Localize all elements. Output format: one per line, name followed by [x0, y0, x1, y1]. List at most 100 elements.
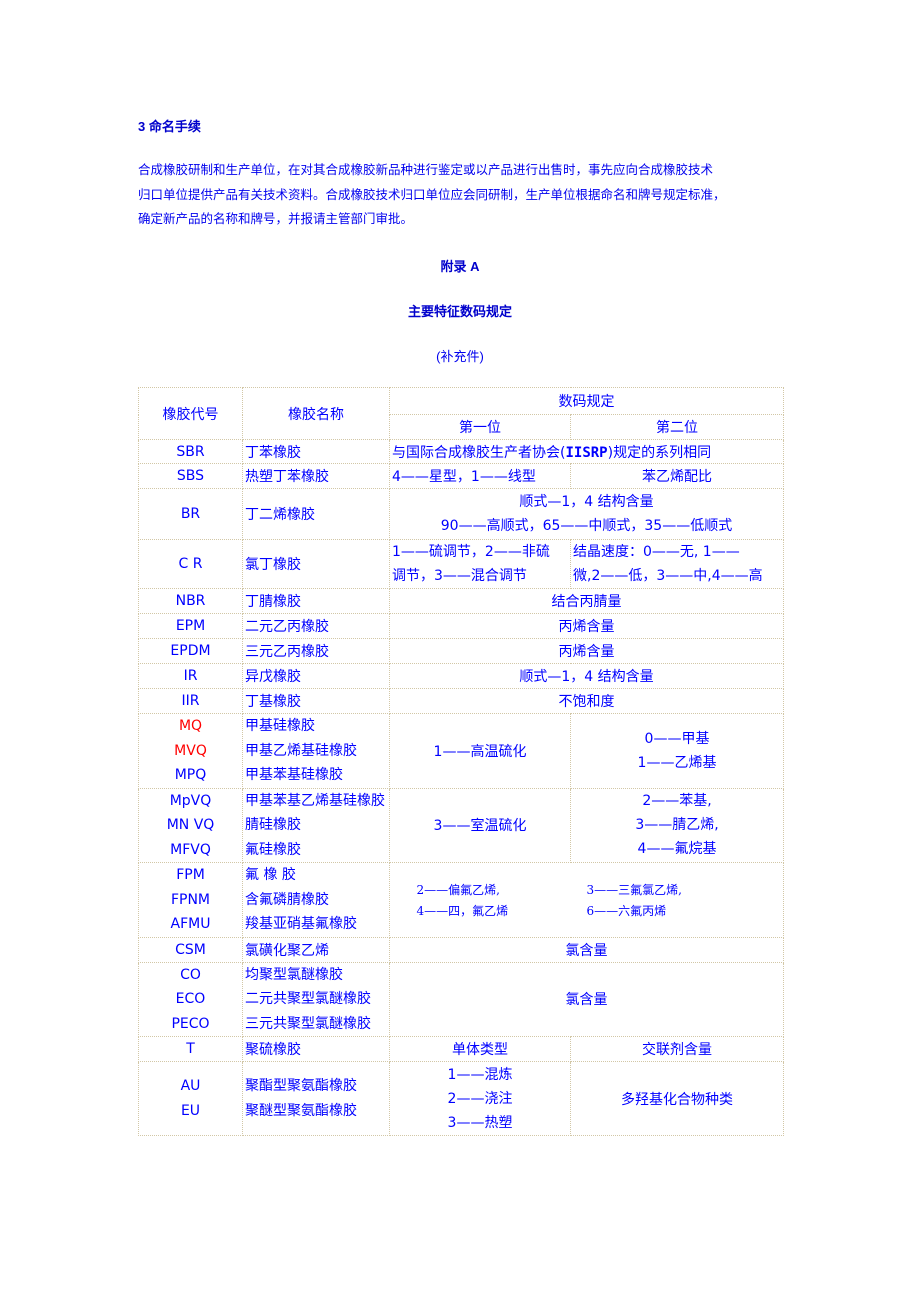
second-digit-rule: 苯乙烯配比	[570, 463, 784, 489]
rubber-name: 二元乙丙橡胶	[242, 613, 390, 639]
rubber-code: SBR	[138, 439, 243, 464]
rule-line: 调节，3——混合调节	[392, 568, 527, 584]
rubber-code-group: CO ECO PECO	[138, 961, 243, 1037]
rubber-name: 异戊橡胶	[242, 663, 390, 689]
rubber-code: AU	[180, 1078, 201, 1094]
digit-rule: 丙烯含量	[389, 613, 784, 639]
rubber-name: 三元乙丙橡胶	[242, 638, 390, 664]
rubber-name: 氟 橡 胶	[245, 867, 296, 883]
rule-line: 1——混炼	[447, 1066, 513, 1083]
rubber-code: EPDM	[138, 638, 243, 664]
rubber-code: SBS	[138, 463, 243, 489]
rubber-name-group: 均聚型氯醚橡胶 二元共聚型氯醚橡胶 三元共聚型氯醚橡胶	[242, 961, 390, 1037]
rubber-name: 腈硅橡胶	[245, 817, 301, 833]
header-second-digit: 第二位	[570, 414, 784, 440]
rubber-name-group: 甲基苯基乙烯基硅橡胶 腈硅橡胶 氟硅橡胶	[242, 787, 390, 863]
rubber-code-group: MpVQ MN VQ MFVQ	[138, 787, 243, 863]
appendix-label: 附录 A	[440, 259, 480, 274]
rubber-name: 三元共聚型氯醚橡胶	[245, 1015, 371, 1032]
digit-rule-suffix: )规定的系列相同	[607, 444, 712, 461]
digit-rule: 丙烯含量	[389, 638, 784, 664]
first-digit-rule: 单体类型	[389, 1036, 571, 1062]
digit-rule: 氯含量	[389, 936, 784, 963]
second-digit-rule: 多羟基化合物种类	[570, 1061, 784, 1136]
rule-line: 4——氟烷基	[637, 841, 717, 858]
rubber-code: MFVQ	[170, 841, 211, 858]
document-page: 3 命名手续 合成橡胶研制和生产单位，在对其合成橡胶新品种进行鉴定或以产品进行出…	[0, 0, 920, 1302]
digit-rule: 顺式—1，4 结构含量 90——高顺式，65——中顺式，35——低顺式	[389, 488, 784, 540]
rubber-code-group: AU EU	[138, 1061, 243, 1136]
header-name: 橡胶名称	[242, 387, 390, 440]
rubber-code: FPNM	[170, 891, 211, 908]
monomer-item: 4——四，氟乙烯	[416, 903, 509, 918]
rubber-name: 丁二烯橡胶	[242, 488, 390, 540]
rubber-name-group: 氟 橡 胶 含氟磷腈橡胶 羧基亚硝基氟橡胶	[242, 862, 390, 938]
digit-code-table: 橡胶代号 橡胶名称 数码规定 第一位 第二位 SBR 丁苯橡胶 与国际合成橡胶生…	[138, 387, 784, 1136]
second-digit-rule: 2——苯基, 3——腈乙烯, 4——氟烷基	[570, 787, 784, 863]
table-row: AU EU 聚酯型聚氨酯橡胶 聚醚型聚氨酯橡胶 1——混炼 2——浇注 3——热…	[138, 1061, 784, 1136]
rubber-name: 羧基亚硝基氟橡胶	[245, 916, 357, 932]
rubber-code: MQ	[178, 718, 203, 734]
rubber-code-group: MQ MVQ MPQ	[138, 713, 243, 789]
table-row: FPM FPNM AFMU 氟 橡 胶 含氟磷腈橡胶 羧基亚硝基氟橡胶 2——偏…	[138, 862, 784, 938]
rubber-name: 聚酯型聚氨酯橡胶	[245, 1078, 357, 1094]
rule-line: 0——甲基	[644, 730, 710, 747]
table-row: EPM 二元乙丙橡胶 丙烯含量	[138, 613, 784, 639]
rubber-code: IR	[138, 663, 243, 689]
rubber-name: 丁腈橡胶	[242, 588, 390, 614]
rule-line: 2——浇注	[447, 1090, 513, 1107]
appendix-title: 主要特征数码规定	[407, 304, 512, 319]
rubber-name: 丁苯橡胶	[242, 439, 390, 464]
rubber-name: 丁基橡胶	[242, 688, 390, 714]
digit-rule-line: 顺式—1，4 结构含量	[519, 494, 654, 510]
rubber-name: 甲基苯基乙烯基硅橡胶	[245, 792, 385, 809]
rubber-code: MPQ	[174, 767, 207, 783]
rubber-code: CO	[180, 966, 201, 983]
digit-rule-line: 90——高顺式，65——中顺式，35——低顺式	[440, 518, 733, 534]
rubber-name: 氟硅橡胶	[245, 841, 301, 858]
monomer-item: 3——三氟氯乙烯,	[586, 882, 682, 897]
rubber-code: PECO	[171, 1015, 210, 1032]
digit-rule-prefix: 与国际合成橡胶生产者协会(	[392, 444, 566, 461]
paragraph-line: 归口单位提供产品有关技术资料。合成橡胶技术归口单位应会同研制，生产单位根据命名和…	[138, 186, 726, 202]
rubber-name-group: 聚酯型聚氨酯橡胶 聚醚型聚氨酯橡胶	[242, 1061, 390, 1136]
table-row: NBR 丁腈橡胶 结合丙腈量	[138, 588, 784, 614]
rule-line: 结晶速度：0——无, 1——	[573, 544, 740, 560]
digit-rule: 2——偏氟乙烯, 3——三氟氯乙烯, 4——四，氟乙烯 6——六氟丙烯	[389, 862, 784, 938]
rubber-name: 二元共聚型氯醚橡胶	[245, 991, 371, 1007]
rubber-name: 聚醚型聚氨酯橡胶	[245, 1102, 357, 1119]
table-row: CO ECO PECO 均聚型氯醚橡胶 二元共聚型氯醚橡胶 三元共聚型氯醚橡胶 …	[138, 961, 784, 1037]
header-first-digit: 第一位	[389, 414, 571, 440]
digit-rule: 结合丙腈量	[389, 588, 784, 614]
table-row: CSM 氯磺化聚乙烯 氯含量	[138, 936, 784, 963]
table-row: T 聚硫橡胶 单体类型 交联剂含量	[138, 1036, 784, 1062]
table-row: IR 异戊橡胶 顺式—1，4 结构含量	[138, 663, 784, 689]
rubber-name: 甲基硅橡胶	[245, 718, 315, 734]
digit-rule: 氯含量	[389, 961, 784, 1037]
first-digit-rule: 1——混炼 2——浇注 3——热塑	[389, 1061, 571, 1136]
rubber-code: CSM	[138, 936, 243, 963]
rule-line: 1——乙烯基	[637, 754, 717, 771]
rubber-code: FPM	[176, 867, 205, 883]
table-row: MQ MVQ MPQ 甲基硅橡胶 甲基乙烯基硅橡胶 甲基苯基硅橡胶 1——高温硫…	[138, 713, 784, 789]
rubber-code: EPM	[138, 613, 243, 639]
rubber-name: 氯磺化聚乙烯	[242, 936, 390, 963]
table-row: EPDM 三元乙丙橡胶 丙烯含量	[138, 638, 784, 664]
monomer-item: 6——六氟丙烯	[586, 903, 667, 918]
section-heading: 3 命名手续	[138, 119, 201, 134]
rubber-code: NBR	[138, 588, 243, 614]
digit-rule: 顺式—1，4 结构含量	[389, 663, 784, 689]
table-row: C R 氯丁橡胶 1——硫调节，2——非硫 调节，3——混合调节 结晶速度：0—…	[138, 539, 784, 589]
rubber-code-group: FPM FPNM AFMU	[138, 862, 243, 938]
rubber-code: IIR	[138, 688, 243, 714]
appendix-note: (补充件)	[436, 349, 484, 364]
rubber-code: BR	[138, 488, 243, 540]
rubber-name: 热塑丁苯橡胶	[242, 463, 390, 489]
table-row: SBS 热塑丁苯橡胶 4——星型，1——线型 苯乙烯配比	[138, 463, 784, 489]
table-row: IIR 丁基橡胶 不饱和度	[138, 688, 784, 714]
rubber-code: T	[138, 1036, 243, 1062]
rubber-name: 甲基苯基硅橡胶	[245, 767, 343, 783]
first-digit-rule: 4——星型，1——线型	[389, 463, 571, 489]
rubber-code: C R	[138, 539, 243, 589]
rubber-name: 甲基乙烯基硅橡胶	[245, 742, 357, 759]
